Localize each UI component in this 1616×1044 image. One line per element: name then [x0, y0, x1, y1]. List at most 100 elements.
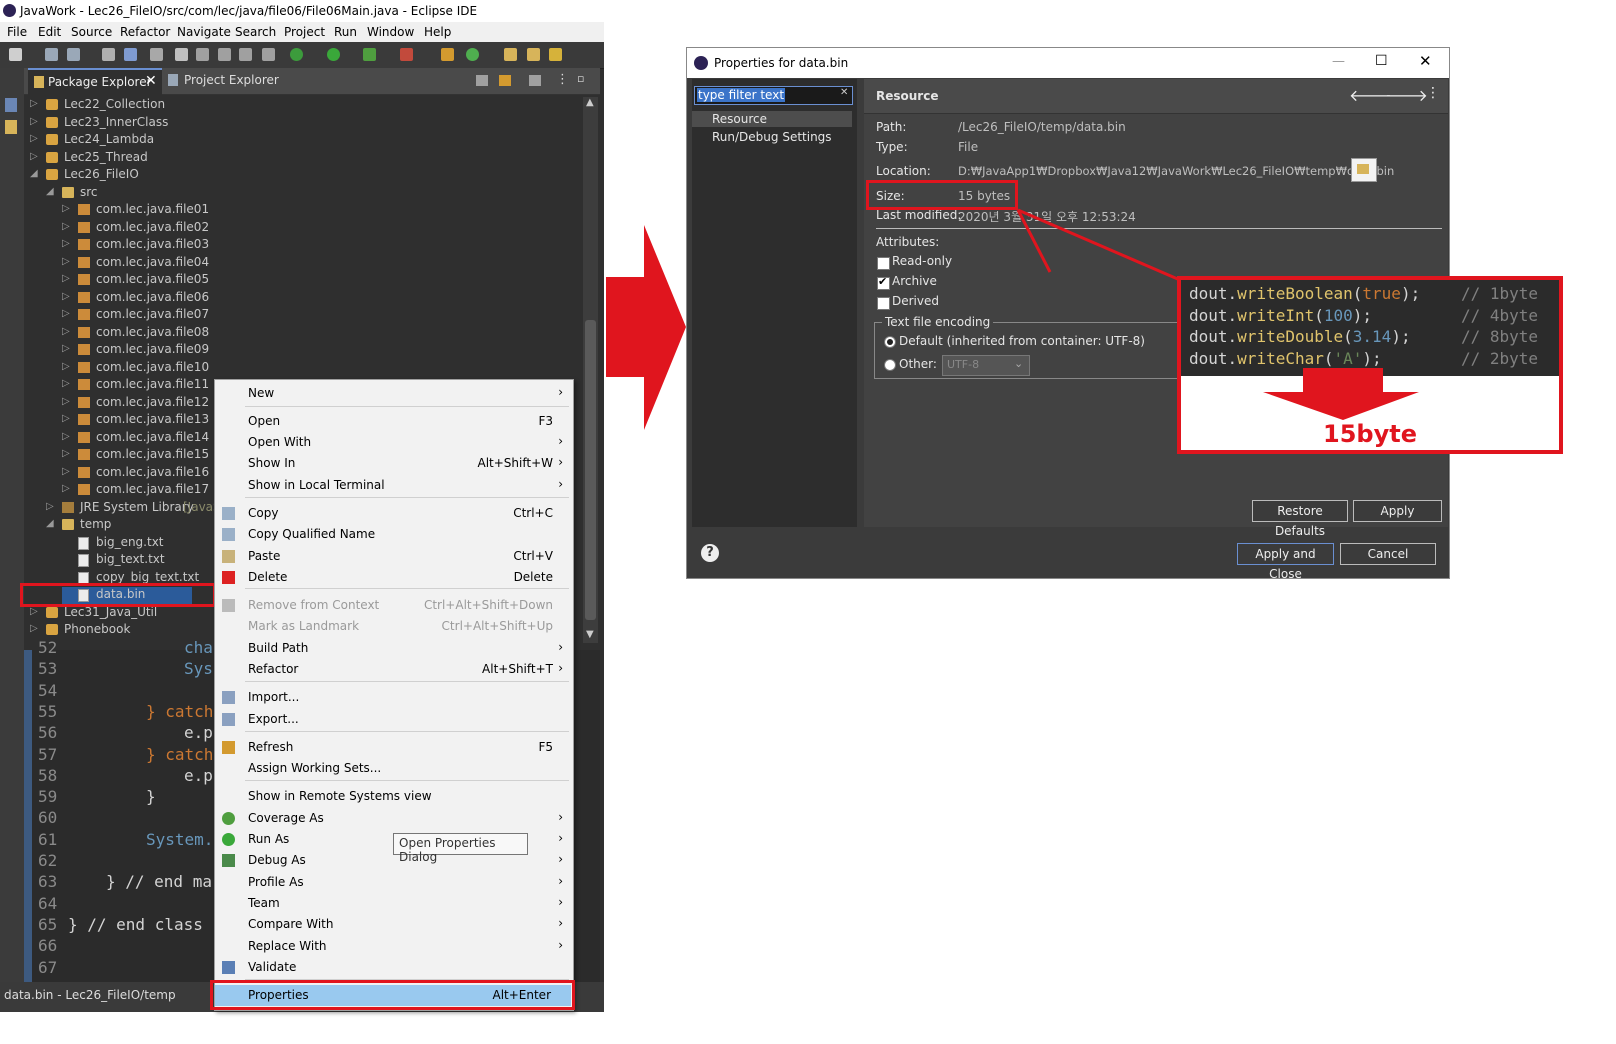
menu-item-copy-qualified-name[interactable]: Copy Qualified Name: [215, 524, 573, 545]
menu-item-show-in-remote-systems-view[interactable]: Show in Remote Systems view: [215, 786, 573, 807]
menu-file[interactable]: File: [7, 25, 27, 39]
show-whitespace-icon[interactable]: [262, 48, 275, 61]
expand-icon[interactable]: ▷: [30, 133, 38, 144]
view-menu-icon[interactable]: ⋮: [556, 72, 569, 87]
collapse-all-icon[interactable]: [476, 75, 488, 86]
menu-item-delete[interactable]: Delete Delete: [215, 567, 573, 588]
help-icon[interactable]: ?: [701, 544, 719, 562]
menu-item-remove-from-context[interactable]: Remove from Context Ctrl+Alt+Shift+Down: [215, 595, 573, 616]
menu-refactor[interactable]: Refactor: [120, 25, 170, 39]
terminal-icon[interactable]: [150, 48, 163, 61]
restore-icon[interactable]: [5, 98, 17, 112]
expand-icon[interactable]: ▷: [30, 116, 38, 127]
menu-item-coverage-as[interactable]: Coverage As ›: [215, 808, 573, 829]
external-tools-icon[interactable]: [400, 48, 413, 61]
link-with-editor-icon[interactable]: [499, 75, 511, 86]
collapse-icon[interactable]: ◢: [46, 186, 54, 197]
view-menu-icon[interactable]: ⋮: [1426, 85, 1440, 101]
menu-item-profile-as[interactable]: Profile As ›: [215, 872, 573, 893]
expand-icon[interactable]: ▷: [62, 448, 70, 459]
scroll-up-icon[interactable]: ▲: [586, 97, 594, 108]
apply-and-close-button[interactable]: Apply and Close: [1237, 543, 1334, 581]
menu-item-refresh[interactable]: Refresh F5: [215, 737, 573, 758]
menu-item-team[interactable]: Team ›: [215, 893, 573, 914]
cancel-button[interactable]: Cancel: [1340, 543, 1436, 565]
menu-run[interactable]: Run: [334, 25, 357, 39]
menu-window[interactable]: Window: [367, 25, 414, 39]
menu-item-replace-with[interactable]: Replace With ›: [215, 936, 573, 957]
menu-item-export[interactable]: Export...: [215, 709, 573, 730]
expand-icon[interactable]: ▷: [46, 501, 54, 512]
scroll-thumb[interactable]: [585, 320, 596, 620]
maximize-icon[interactable]: ☐: [1375, 53, 1388, 69]
collapse-icon[interactable]: ◢: [30, 168, 38, 179]
menu-item-show-in[interactable]: Show In Alt+Shift+W ›: [215, 453, 573, 474]
other-encoding-radio[interactable]: [884, 359, 896, 371]
expand-icon[interactable]: ▷: [62, 273, 70, 284]
menu-help[interactable]: Help: [424, 25, 451, 39]
coverage-icon[interactable]: [363, 48, 376, 61]
menu-item-validate[interactable]: Validate: [215, 957, 573, 978]
tasks-icon[interactable]: [196, 48, 209, 61]
run-icon[interactable]: [327, 48, 340, 61]
open-task-icon[interactable]: [527, 48, 540, 61]
expand-icon[interactable]: ▷: [30, 623, 38, 634]
expand-icon[interactable]: ▷: [62, 343, 70, 354]
menu-item-refactor[interactable]: Refactor Alt+Shift+T ›: [215, 659, 573, 680]
expand-icon[interactable]: ▷: [62, 483, 70, 494]
menu-item-new[interactable]: New ›: [215, 383, 573, 404]
expand-icon[interactable]: ▷: [62, 238, 70, 249]
filter-input[interactable]: type filter text ✕: [694, 86, 853, 105]
menu-item-compare-with[interactable]: Compare With ›: [215, 914, 573, 935]
expand-icon[interactable]: ▷: [62, 361, 70, 372]
annotation-icon[interactable]: [549, 48, 562, 61]
menu-item-mark-as-landmark[interactable]: Mark as Landmark Ctrl+Alt+Shift+Up: [215, 616, 573, 637]
expand-icon[interactable]: ▷: [30, 98, 38, 109]
derived-checkbox[interactable]: [877, 297, 890, 310]
clear-icon[interactable]: ✕: [839, 87, 849, 98]
expand-icon[interactable]: ▷: [62, 413, 70, 424]
nav-item-run-debug[interactable]: Run/Debug Settings: [712, 130, 832, 144]
menu-item-show-in-local-terminal[interactable]: Show in Local Terminal ›: [215, 475, 573, 496]
menu-search[interactable]: Search: [235, 25, 276, 39]
restore-defaults-button[interactable]: Restore Defaults: [1252, 500, 1348, 538]
close-icon[interactable]: ✕: [1419, 52, 1432, 70]
menu-edit[interactable]: Edit: [38, 25, 61, 39]
menu-item-import[interactable]: Import...: [215, 687, 573, 708]
menu-source[interactable]: Source: [71, 25, 112, 39]
show-in-system-explorer-button[interactable]: [1351, 158, 1377, 182]
menu-item-copy[interactable]: Copy Ctrl+C: [215, 503, 573, 524]
save-icon[interactable]: [45, 48, 58, 61]
expand-icon[interactable]: ▷: [62, 326, 70, 337]
expand-icon[interactable]: ▷: [62, 396, 70, 407]
menu-item-open[interactable]: Open F3: [215, 411, 573, 432]
outline-icon[interactable]: [239, 48, 252, 61]
focus-icon[interactable]: [529, 75, 541, 86]
expand-icon[interactable]: ▷: [62, 203, 70, 214]
save-all-icon[interactable]: [67, 48, 80, 61]
menu-navigate[interactable]: Navigate: [177, 25, 231, 39]
expand-icon[interactable]: ▷: [30, 151, 38, 162]
new-java-project-icon[interactable]: [441, 48, 454, 61]
skip-breakpoints-icon[interactable]: [124, 48, 137, 61]
new-icon[interactable]: [9, 48, 22, 61]
new-class-icon[interactable]: [466, 48, 479, 61]
search-icon[interactable]: [218, 48, 231, 61]
menu-project[interactable]: Project: [284, 25, 325, 39]
menu-item-paste[interactable]: Paste Ctrl+V: [215, 546, 573, 567]
expand-icon[interactable]: ▷: [62, 221, 70, 232]
archive-checkbox[interactable]: ✔: [877, 275, 890, 290]
tab-project-explorer[interactable]: Project Explorer: [184, 73, 279, 87]
default-encoding-radio[interactable]: [884, 336, 896, 348]
close-icon[interactable]: ✕: [145, 73, 157, 89]
tab-package-explorer[interactable]: Package Explorer ✕: [28, 68, 162, 96]
package-explorer-icon[interactable]: [5, 120, 17, 134]
scroll-down-icon[interactable]: ▼: [586, 629, 594, 640]
expand-icon[interactable]: ▷: [62, 308, 70, 319]
menu-item-open-with[interactable]: Open With ›: [215, 432, 573, 453]
expand-icon[interactable]: ▷: [62, 378, 70, 389]
expand-icon[interactable]: ▷: [62, 291, 70, 302]
collapse-icon[interactable]: ◢: [46, 518, 54, 529]
read-only-checkbox[interactable]: [877, 257, 890, 270]
minimize-icon[interactable]: —: [1332, 54, 1345, 69]
